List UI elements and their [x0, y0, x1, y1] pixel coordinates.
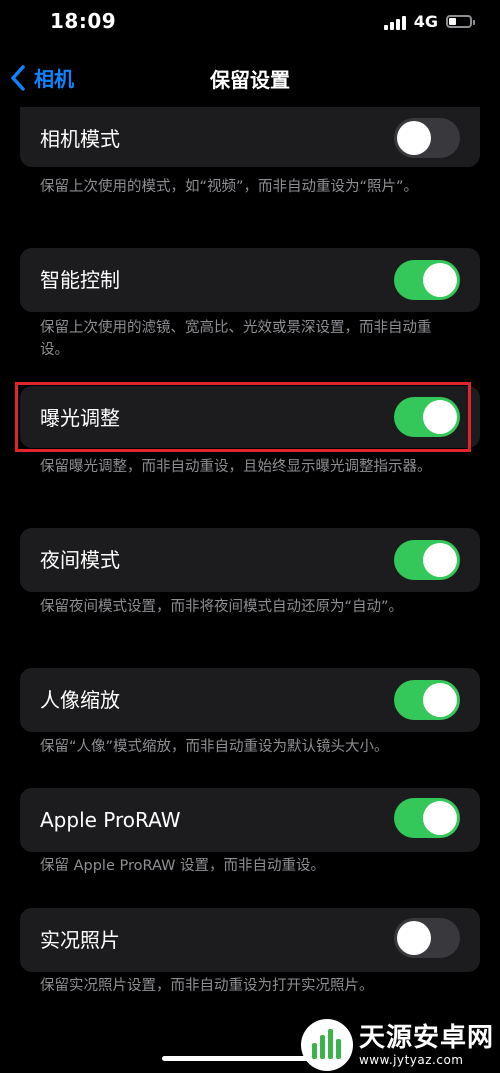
camera-mode-toggle[interactable]	[394, 118, 460, 158]
setting-label: 人像缩放	[40, 688, 120, 712]
cellular-signal-icon	[383, 14, 406, 30]
setting-row-live-photo: 实况照片	[20, 908, 480, 972]
page-title: 保留设置	[210, 68, 290, 92]
night-mode-toggle[interactable]	[394, 540, 460, 580]
setting-footer: 保留实况照片设置，而非自动重设为打开实况照片。	[40, 978, 374, 994]
setting-footer: 保留曝光调整，而非自动重设，且始终显示曝光调整指示器。	[40, 459, 432, 475]
status-bar: 18:09 4G	[0, 0, 500, 46]
home-indicator[interactable]	[162, 1056, 322, 1061]
setting-row-camera-mode: 相机模式	[20, 107, 480, 167]
live-photo-toggle[interactable]	[394, 918, 460, 958]
setting-label: 智能控制	[40, 268, 120, 292]
watermark-title: 天源安卓网	[358, 1023, 494, 1053]
watermark-url: www.jytyaz.com	[358, 1053, 464, 1067]
setting-row-apple-proraw: Apple ProRAW	[20, 788, 480, 852]
setting-label: 夜间模式	[40, 548, 120, 572]
setting-row-smart-control: 智能控制	[20, 248, 480, 312]
setting-footer: 保留上次使用的模式，如“视频”，而非自动重设为“照片”。	[40, 179, 419, 195]
navigation-bar: 相机 保留设置	[0, 50, 500, 110]
smart-control-toggle[interactable]	[394, 260, 460, 300]
setting-row-portrait-zoom: 人像缩放	[20, 668, 480, 732]
setting-footer: 保留上次使用的滤镜、宽高比、光效或景深设置，而非自动重设。	[40, 320, 432, 358]
android-logo-icon	[300, 1019, 353, 1071]
battery-fill	[449, 18, 456, 25]
status-icons: 4G	[383, 12, 475, 31]
battery-icon	[446, 15, 475, 28]
apple-proraw-toggle[interactable]	[394, 798, 460, 838]
setting-label: 实况照片	[40, 928, 120, 952]
watermark: 天源安卓网 www.jytyaz.com	[300, 1019, 494, 1071]
setting-row-night-mode: 夜间模式	[20, 528, 480, 592]
setting-label: Apple ProRAW	[40, 808, 181, 832]
network-type: 4G	[413, 12, 438, 31]
setting-footer: 保留“人像”模式缩放，而非自动重设为默认镜头大小。	[40, 739, 389, 755]
setting-footer: 保留 Apple ProRAW 设置，而非自动重设。	[40, 858, 326, 874]
status-time: 18:09	[50, 9, 117, 33]
setting-footer: 保留夜间模式设置，而非将夜间模式自动还原为“自动”。	[40, 599, 404, 615]
portrait-zoom-toggle[interactable]	[394, 680, 460, 720]
setting-label: 相机模式	[40, 127, 120, 151]
highlight-box	[15, 382, 471, 452]
